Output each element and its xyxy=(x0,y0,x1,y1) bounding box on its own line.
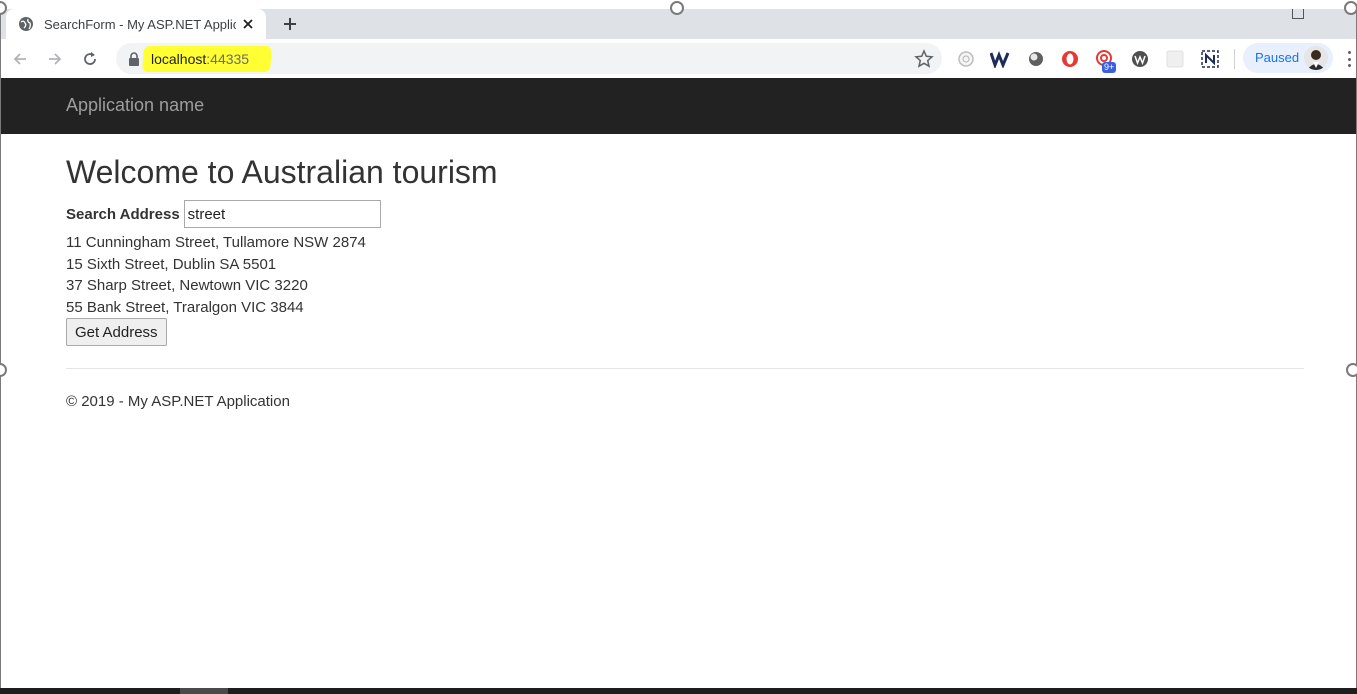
wordpress-icon[interactable] xyxy=(1130,49,1150,69)
reload-button[interactable] xyxy=(78,47,102,71)
search-address-input[interactable] xyxy=(183,200,381,228)
plus-icon xyxy=(284,18,296,30)
circle-icon[interactable] xyxy=(1026,49,1046,69)
profile-button[interactable]: Paused xyxy=(1243,43,1333,73)
url-host: localhost xyxy=(151,51,207,67)
maximize-window-icon[interactable] xyxy=(1292,9,1304,19)
app-navbar: Application name xyxy=(1,78,1356,134)
opera-icon[interactable] xyxy=(1060,49,1080,69)
more-menu-icon[interactable] xyxy=(1344,49,1354,69)
forward-button[interactable] xyxy=(43,47,67,71)
tab-title: SearchForm - My ASP.NET Applic xyxy=(44,16,236,32)
taskbar-active-item[interactable] xyxy=(180,688,228,694)
resize-handle-top-right[interactable] xyxy=(1344,1,1357,15)
address-bar[interactable]: localhost:44335 xyxy=(116,43,942,74)
resize-handle-right[interactable] xyxy=(1346,363,1357,377)
get-address-button[interactable]: Get Address xyxy=(66,318,167,346)
timer-icon[interactable] xyxy=(956,49,976,69)
blank-icon[interactable] xyxy=(1165,49,1185,69)
lock-icon[interactable] xyxy=(128,52,140,66)
resize-handle-top[interactable] xyxy=(670,1,684,15)
result-item: 37 Sharp Street, Newtown VIC 3220 xyxy=(66,277,308,295)
bookmark-star-icon[interactable] xyxy=(914,49,934,69)
avatar xyxy=(1304,46,1328,70)
close-tab-icon[interactable] xyxy=(240,16,256,32)
extension-badge: 9+ xyxy=(1102,62,1117,73)
profile-status: Paused xyxy=(1255,50,1300,65)
url-text[interactable]: localhost:44335 xyxy=(151,51,249,67)
address-results-list: 11 Cunningham Street, Tullamore NSW 2874… xyxy=(66,232,366,318)
search-row: Search Address xyxy=(66,200,381,228)
page-title: Welcome to Australian tourism xyxy=(66,154,498,190)
notion-icon[interactable] xyxy=(1200,49,1220,69)
globe-icon xyxy=(18,16,34,32)
arrow-left-icon xyxy=(13,53,26,65)
tab-searchform[interactable]: SearchForm - My ASP.NET Applic xyxy=(6,9,266,39)
arrow-right-icon xyxy=(49,53,62,65)
footer-text: © 2019 - My ASP.NET Application xyxy=(66,393,290,410)
taskbar xyxy=(0,688,1357,694)
url-port: :44335 xyxy=(206,51,250,67)
result-item: 55 Bank Street, Traralgon VIC 3844 xyxy=(66,298,304,316)
new-tab-button[interactable] xyxy=(279,13,301,35)
search-label: Search Address xyxy=(66,205,180,223)
app-brand-link[interactable]: Application name xyxy=(66,95,204,116)
reload-icon xyxy=(84,52,96,65)
toolbar-separator xyxy=(1234,49,1235,69)
result-item: 15 Sixth Street, Dublin SA 5501 xyxy=(66,255,277,273)
back-button[interactable] xyxy=(8,47,32,71)
result-item: 11 Cunningham Street, Tullamore NSW 2874 xyxy=(66,234,366,251)
browser-toolbar: localhost:44335 9+ Paused xyxy=(1,39,1356,78)
w-logo-icon[interactable] xyxy=(990,49,1010,69)
notification-icon[interactable]: 9+ xyxy=(1095,49,1117,73)
footer-divider xyxy=(66,368,1304,369)
